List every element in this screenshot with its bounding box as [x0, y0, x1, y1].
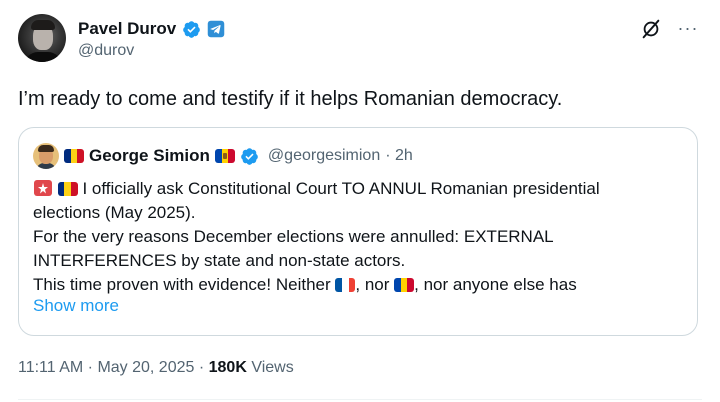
quoted-author-name: George Simion — [89, 146, 210, 165]
more-icon[interactable]: ··· — [676, 16, 700, 40]
grok-icon[interactable] — [640, 18, 662, 40]
verified-badge-icon — [183, 20, 201, 38]
moldova-flag-icon — [394, 278, 415, 292]
author-name-row: Pavel Durov — [78, 18, 225, 40]
quoted-line-1: I officially ask Constitutional Court TO… — [33, 177, 683, 201]
quoted-text: I officially ask Constitutional Court TO… — [33, 177, 683, 297]
tweet-header: Pavel Durov @durov ··· — [18, 14, 702, 66]
show-more-link[interactable]: Show more — [33, 296, 119, 316]
quoted-line-1-text: I officially ask Constitutional Court TO… — [82, 179, 600, 198]
quoted-line-5: This time proven with evidence! Neither … — [33, 273, 683, 297]
moldova-flag-icon — [214, 149, 235, 163]
quoted-header: George Simion @georgesimion · 2h — [33, 143, 413, 169]
telegram-icon — [208, 20, 225, 38]
tweet-meta: 11:11 AM · May 20, 2025 · 180K Views — [18, 359, 294, 377]
author-avatar[interactable] — [18, 14, 66, 62]
quoted-line-4: INTERFERENCES by state and non-state act… — [33, 251, 406, 270]
author-handle[interactable]: @durov — [78, 42, 134, 60]
tweet-timestamp[interactable]: 11:11 AM · May 20, 2025 · — [18, 359, 204, 376]
avatar-shoulders — [24, 52, 62, 62]
quoted-time: · 2h — [385, 147, 413, 164]
romania-flag-icon — [64, 149, 84, 163]
tweet-text: I’m ready to come and testify if it help… — [18, 88, 563, 110]
views-label: Views — [251, 359, 294, 376]
quoted-avatar-hair — [38, 145, 54, 152]
divider — [18, 399, 702, 400]
avatar-hair — [31, 20, 55, 30]
quoted-author-avatar — [33, 143, 59, 169]
quoted-line-2: elections (May 2025). — [33, 203, 196, 222]
quoted-line-5b: , nor — [355, 275, 390, 294]
quoted-line-3: For the very reasons December elections … — [33, 227, 554, 246]
romania-flag-icon — [57, 182, 78, 196]
verified-badge-icon — [241, 147, 258, 165]
quoted-line-5a: This time proven with evidence! Neither — [33, 275, 331, 294]
police-light-emoji — [34, 180, 52, 196]
quoted-line-5c: , nor anyone else has — [414, 275, 577, 294]
quoted-tweet[interactable]: George Simion @georgesimion · 2h I offic… — [18, 127, 698, 336]
views-count[interactable]: 180K — [209, 359, 247, 376]
france-flag-icon — [335, 278, 356, 292]
quoted-author-handle: @georgesimion — [267, 147, 381, 164]
author-name[interactable]: Pavel Durov — [78, 19, 176, 39]
